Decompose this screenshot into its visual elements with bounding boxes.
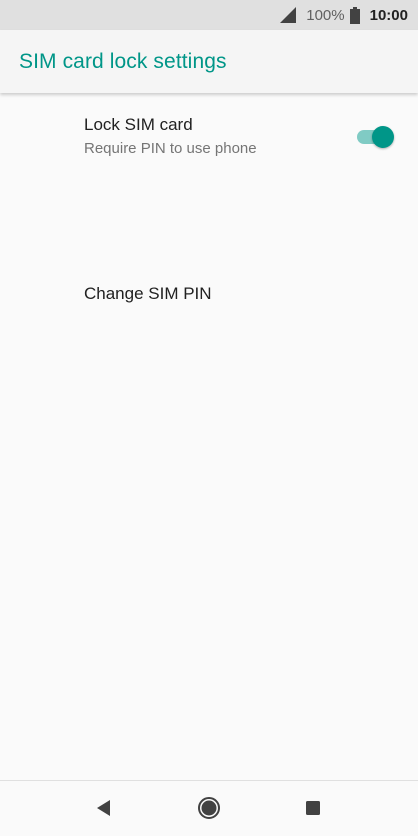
battery-icon [349,6,360,24]
lock-sim-card-item[interactable]: Lock SIM card Require PIN to use phone [0,96,418,180]
change-sim-pin-title: Change SIM PIN [84,284,212,303]
change-sim-pin-item[interactable]: Change SIM PIN [0,180,418,303]
status-bar: 100% 10:00 [0,0,418,30]
signal-icon [280,7,297,23]
toggle-thumb [372,126,394,148]
home-icon[interactable] [196,795,222,821]
toolbar: SIM card lock settings [0,30,418,93]
settings-list: Lock SIM card Require PIN to use phone C… [0,96,418,303]
sim-lock-settings-screen: 100% 10:00 SIM card lock settings Lock S… [0,0,418,836]
back-icon[interactable] [91,795,117,821]
clock: 10:00 [369,6,408,24]
battery-percent: 100% [306,6,345,24]
lock-sim-card-title: Lock SIM card [84,115,193,134]
recents-icon[interactable] [300,795,326,821]
lock-sim-card-toggle[interactable] [357,125,395,149]
navigation-bar [0,780,418,836]
page-title: SIM card lock settings [19,49,227,73]
lock-sim-card-summary: Require PIN to use phone [84,140,257,157]
